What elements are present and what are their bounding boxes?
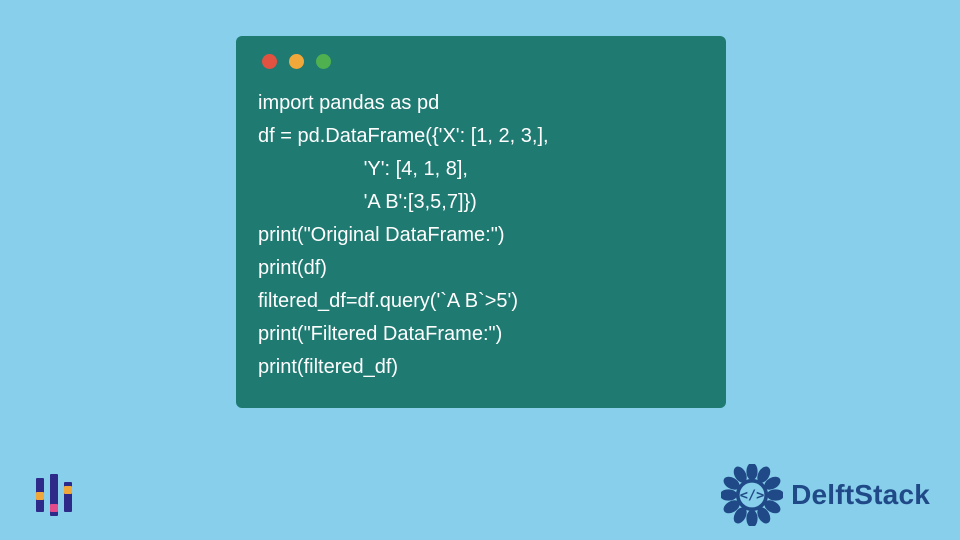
minimize-icon[interactable] — [289, 54, 304, 69]
close-icon[interactable] — [262, 54, 277, 69]
svg-text:</>: </> — [740, 487, 765, 503]
code-block: import pandas as pd df = pd.DataFrame({'… — [258, 87, 704, 384]
brand-name: DelftStack — [791, 479, 930, 511]
mini-logo-icon — [36, 474, 72, 516]
brand: </> DelftStack — [721, 464, 930, 526]
brand-gear-icon: </> — [721, 464, 783, 526]
maximize-icon[interactable] — [316, 54, 331, 69]
code-card: import pandas as pd df = pd.DataFrame({'… — [236, 36, 726, 408]
window-controls — [258, 54, 704, 69]
footer-bar: </> DelftStack — [0, 456, 960, 534]
